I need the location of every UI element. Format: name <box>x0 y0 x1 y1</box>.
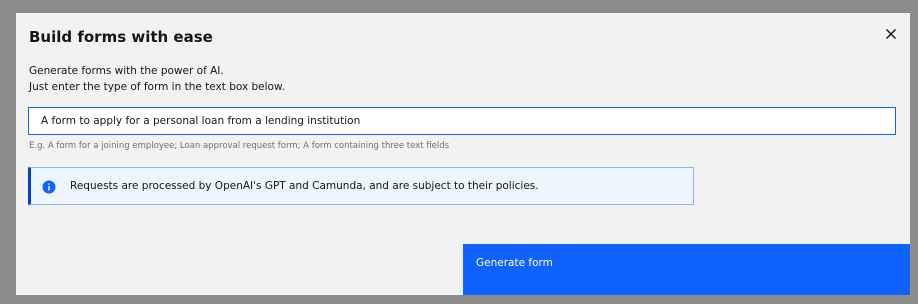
close-button[interactable] <box>880 23 902 45</box>
input-helper-text: E.g. A form for a joining employee; Loan… <box>29 141 450 151</box>
info-notification: Requests are processed by OpenAI's GPT a… <box>28 167 694 205</box>
close-icon <box>886 29 896 39</box>
modal-description: Generate forms with the power of AI. Jus… <box>29 63 285 95</box>
info-icon <box>42 180 56 194</box>
generate-form-button[interactable]: Generate form <box>463 244 910 295</box>
description-line-1: Generate forms with the power of AI. <box>29 65 224 77</box>
build-forms-modal: Build forms with ease Generate forms wit… <box>16 13 910 295</box>
form-type-input[interactable] <box>28 107 896 135</box>
modal-title: Build forms with ease <box>29 28 213 46</box>
notice-text: Requests are processed by OpenAI's GPT a… <box>70 180 539 192</box>
description-line-2: Just enter the type of form in the text … <box>29 81 285 93</box>
generate-form-button-label: Generate form <box>476 257 553 269</box>
